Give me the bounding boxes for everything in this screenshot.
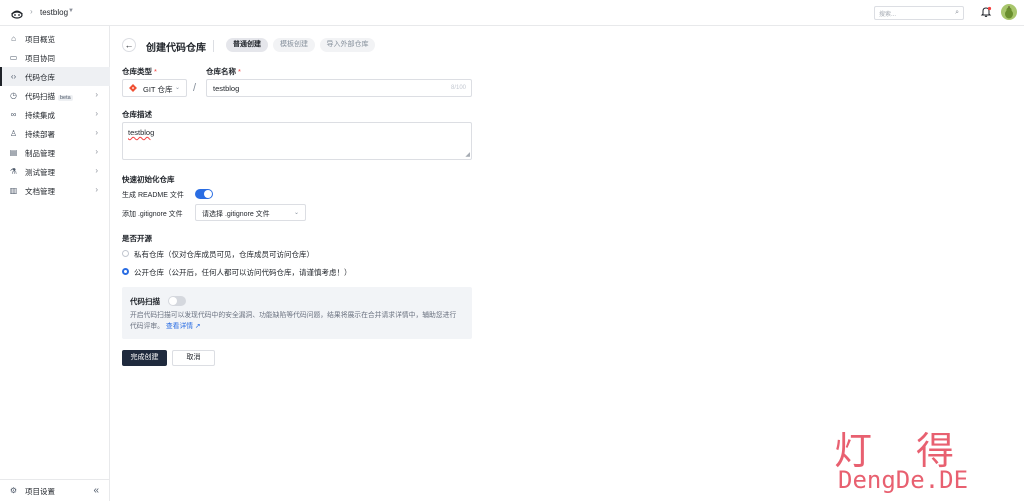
- project-name[interactable]: testblog: [40, 8, 68, 17]
- sidebar-item-label: 持续部署: [25, 130, 55, 139]
- code-icon: ‹›: [10, 72, 17, 81]
- chevron-right-icon: ›: [95, 147, 98, 156]
- public-radio[interactable]: [122, 268, 129, 275]
- private-radio[interactable]: [122, 250, 129, 257]
- beta-badge: beta: [58, 95, 73, 101]
- sidebar-item-testing[interactable]: ⚗ 测试管理 ›: [0, 162, 110, 181]
- init-section-label: 快速初始化仓库: [122, 175, 175, 184]
- gitignore-select[interactable]: 请选择 .gitignore 文件 ⌄: [195, 204, 306, 221]
- search-placeholder: 搜索...: [879, 12, 897, 18]
- chevron-down-icon: ⌄: [293, 210, 299, 216]
- repo-type-select[interactable]: GIT 仓库 ⌄: [122, 79, 187, 97]
- rocket-icon: ♙: [9, 129, 18, 138]
- box-icon: ▤: [9, 148, 18, 157]
- top-bar: › testblog ▼ 搜索... ⌕: [0, 0, 1024, 26]
- chevron-down-icon[interactable]: ▼: [68, 8, 74, 14]
- sidebar-footer: ⚙ 项目设置 «: [0, 479, 110, 501]
- sidebar-item-docs[interactable]: ▥ 文档管理 ›: [0, 181, 110, 200]
- chevron-right-icon: ›: [95, 166, 98, 175]
- avatar[interactable]: [1001, 4, 1017, 20]
- sidebar-item-artifacts[interactable]: ▤ 制品管理 ›: [0, 143, 110, 162]
- sidebar-item-label: 项目协同: [25, 54, 55, 63]
- repo-desc-value: testblog: [128, 128, 155, 137]
- sidebar-item-label: 测试管理: [25, 168, 55, 177]
- gitignore-label: 添加 .gitignore 文件: [122, 211, 183, 218]
- path-separator: /: [193, 82, 197, 94]
- code-scan-panel: 代码扫描 开启代码扫描可以发现代码中的安全漏洞、功能缺陷等代码问题，结果将展示在…: [122, 287, 472, 339]
- chevron-right-icon: ›: [95, 90, 98, 99]
- scan-icon: ◷: [10, 91, 17, 100]
- sidebar-item-label: 制品管理: [25, 149, 55, 158]
- search-input[interactable]: 搜索... ⌕: [874, 6, 964, 20]
- watermark-text: DengDe.DE: [838, 466, 969, 494]
- toggle-knob: [169, 297, 177, 305]
- sidebar-item-label: 文档管理: [25, 187, 55, 196]
- external-link-icon: ↗: [194, 323, 201, 330]
- char-counter: 8/100: [450, 85, 466, 91]
- collapse-sidebar-icon[interactable]: «: [93, 485, 99, 496]
- chevron-right-icon: ›: [95, 185, 98, 194]
- code-scan-title: 代码扫描: [130, 297, 160, 306]
- private-option-label[interactable]: 私有仓库（仅对仓库成员可见，仓库成员可访问仓库）: [134, 249, 314, 260]
- cancel-button[interactable]: 取消: [172, 350, 215, 366]
- public-option-label[interactable]: 公开仓库（公开后，任何人都可以访问代码仓库，请谨慎考虑！）: [134, 267, 352, 278]
- tab-import-external[interactable]: 导入外部仓库: [320, 38, 375, 52]
- bell-icon[interactable]: [980, 6, 992, 18]
- toggle-knob: [204, 190, 212, 198]
- sidebar-item-label: 代码扫描 beta: [25, 92, 73, 101]
- back-button[interactable]: ←: [122, 38, 136, 52]
- repo-name-label: 仓库名称 *: [206, 67, 241, 76]
- sidebar-item-code-repo[interactable]: ‹› 代码仓库: [0, 67, 110, 86]
- sidebar-item-cd[interactable]: ♙ 持续部署 ›: [0, 124, 110, 143]
- repo-name-input[interactable]: testblog 8/100: [206, 79, 472, 97]
- git-icon: [129, 84, 137, 92]
- title-divider: [213, 40, 214, 52]
- sidebar-item-collaboration[interactable]: ▭ 项目协同: [0, 48, 110, 67]
- sidebar-item-label: 项目概览: [25, 35, 55, 44]
- chevron-right-icon: ›: [95, 128, 98, 137]
- code-scan-toggle[interactable]: [168, 296, 186, 306]
- readme-toggle[interactable]: [195, 189, 213, 199]
- sidebar: ⌂ 项目概览 ▭ 项目协同 ‹› 代码仓库 ◷ 代码扫描 beta › ∞ 持续集…: [0, 26, 110, 501]
- logo-icon[interactable]: [10, 6, 24, 20]
- gitignore-placeholder: 请选择 .gitignore 文件: [202, 211, 270, 218]
- arrow-left-icon: ←: [124, 40, 134, 50]
- inbox-icon: ▭: [9, 53, 18, 62]
- page-title: 创建代码仓库: [146, 43, 206, 54]
- tab-template-create[interactable]: 模板创建: [273, 38, 315, 52]
- sidebar-item-overview[interactable]: ⌂ 项目概览: [0, 29, 110, 48]
- flask-icon: ⚗: [9, 167, 18, 176]
- sidebar-item-code-scan[interactable]: ◷ 代码扫描 beta ›: [0, 86, 110, 105]
- infinity-icon: ∞: [10, 110, 17, 119]
- repo-type-label: 仓库类型 *: [122, 67, 157, 76]
- sidebar-item-label: 项目设置: [25, 487, 55, 496]
- resize-handle-icon[interactable]: ◢: [465, 152, 470, 158]
- open-source-label: 是否开源: [122, 234, 152, 243]
- repo-type-value: GIT 仓库: [143, 85, 173, 94]
- complete-create-button[interactable]: 完成创建: [122, 350, 167, 366]
- view-details-link[interactable]: 查看详情 ↗: [166, 323, 201, 330]
- code-scan-description: 开启代码扫描可以发现代码中的安全漏洞、功能缺陷等代码问题，结果将展示在合并请求详…: [130, 312, 457, 330]
- chevron-down-icon: ⌄: [174, 85, 180, 91]
- gear-icon: ⚙: [9, 486, 18, 495]
- chevron-right-icon: ›: [95, 109, 98, 118]
- readme-label: 生成 README 文件: [122, 192, 184, 199]
- search-icon[interactable]: ⌕: [955, 9, 959, 17]
- home-icon: ⌂: [11, 34, 16, 43]
- watermark: 灯得 DengDe.DE: [834, 420, 1014, 495]
- tab-normal-create[interactable]: 普通创建: [226, 38, 268, 52]
- avatar-pear-icon: [1005, 6, 1013, 19]
- repo-desc-textarea[interactable]: testblog ◢: [122, 122, 472, 160]
- repo-name-value: testblog: [213, 84, 240, 93]
- book-icon: ▥: [9, 186, 18, 195]
- breadcrumb-chevron-icon: ›: [30, 7, 33, 16]
- sidebar-item-label: 持续集成: [25, 111, 55, 120]
- sidebar-item-ci[interactable]: ∞ 持续集成 ›: [0, 105, 110, 124]
- sidebar-item-label: 代码仓库: [25, 73, 55, 82]
- repo-desc-label: 仓库描述: [122, 110, 152, 119]
